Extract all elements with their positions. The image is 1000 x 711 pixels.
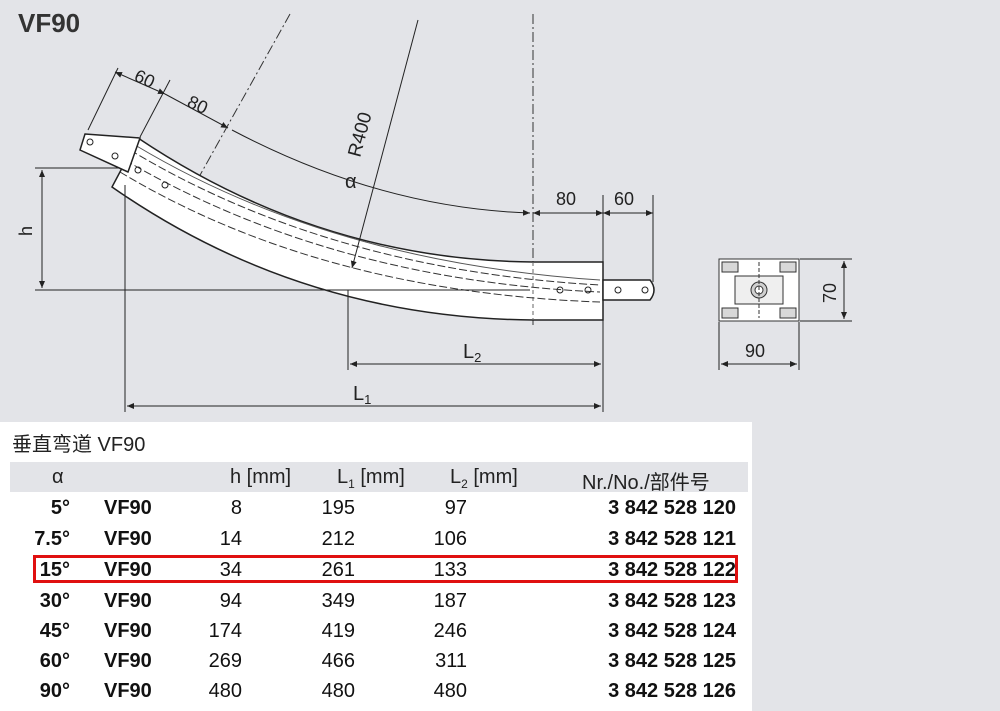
dim-h: h [16,226,36,236]
header-l1: L1 [mm] [337,466,405,491]
cell-l1: 419 [321,620,355,642]
cell-alpha: 7.5° [34,528,70,550]
cell-part-number: 3 842 528 124 [608,620,736,642]
cell-model: VF90 [104,528,152,550]
cell-model: VF90 [104,620,152,642]
dim-60-top: 60 [131,65,158,92]
cell-part-number: 3 842 528 121 [608,528,736,550]
vertical-curve-drawing: 60 80 α R400 80 60 h L2 L1 70 90 [16,13,852,412]
cell-l1: 480 [321,680,355,702]
dim-l1: L1 [353,383,371,407]
cell-l2: 246 [433,620,467,642]
table-row: 30° VF90 94 349 187 3 842 528 123 [10,587,748,617]
alpha-label: α [345,171,357,193]
cell-h: 94 [219,590,242,612]
curve-profile-body [111,136,604,321]
cell-h: 8 [230,497,242,519]
cell-part-number: 3 842 528 123 [608,590,736,612]
cell-model: VF90 [104,650,152,672]
header-l2: L2 [mm] [450,466,518,491]
header-h: h [mm] [230,466,292,488]
radius-label: R400 [345,110,377,159]
cell-l1: 212 [321,528,355,550]
cell-l1: 349 [321,590,355,612]
cell-alpha: 5° [50,497,70,519]
table-row: 60° VF90 269 466 311 3 842 528 125 [10,647,748,677]
cell-alpha: 60° [39,650,70,672]
cell-model: VF90 [104,497,152,519]
cell-part-number: 3 842 528 126 [608,680,736,702]
cell-h: 269 [208,650,242,672]
dim-90: 90 [745,341,765,361]
cell-part-number: 3 842 528 125 [608,650,736,672]
cell-l1: 466 [321,650,355,672]
cell-l2: 106 [433,528,467,550]
cell-alpha: 90° [39,680,70,702]
cell-model: VF90 [104,680,152,702]
dim-l2: L2 [463,341,481,365]
cell-l2: 187 [433,590,467,612]
cell-l2: 311 [435,650,467,672]
cell-part-number: 3 842 528 120 [608,497,736,519]
header-part-number: Nr./No./部件号 [582,472,710,494]
dim-70: 70 [820,283,840,303]
cell-h: 480 [208,680,242,702]
table-row: 90° VF90 480 480 480 3 842 528 126 [10,677,748,707]
dim-80-top: 80 [184,91,211,118]
table-header-row: α h [mm] L1 [mm] L2 [mm] Nr./No./部件号 [10,462,748,494]
cell-alpha: 30° [39,590,70,612]
dim-80-right: 80 [556,189,576,209]
table-row: 7.5° VF90 14 212 106 3 842 528 121 [10,525,748,555]
row-highlight-box [33,555,738,583]
header-alpha: α [52,466,64,488]
dim-60-right: 60 [614,189,634,209]
cell-h: 14 [219,528,242,550]
table-row: 45° VF90 174 419 246 3 842 528 124 [10,617,748,647]
cell-l1: 195 [321,497,355,519]
cell-h: 174 [208,620,242,642]
table-title: 垂直弯道 VF90 [12,434,146,456]
right-chain-tab [602,279,655,301]
profile-cross-section [718,258,800,322]
cell-model: VF90 [104,590,152,612]
table-row: 5° VF90 8 195 97 3 842 528 120 [10,494,748,524]
cell-alpha: 45° [39,620,70,642]
alpha-arc [231,129,531,216]
cell-l2: 480 [433,680,467,702]
cell-l2: 97 [444,497,467,519]
